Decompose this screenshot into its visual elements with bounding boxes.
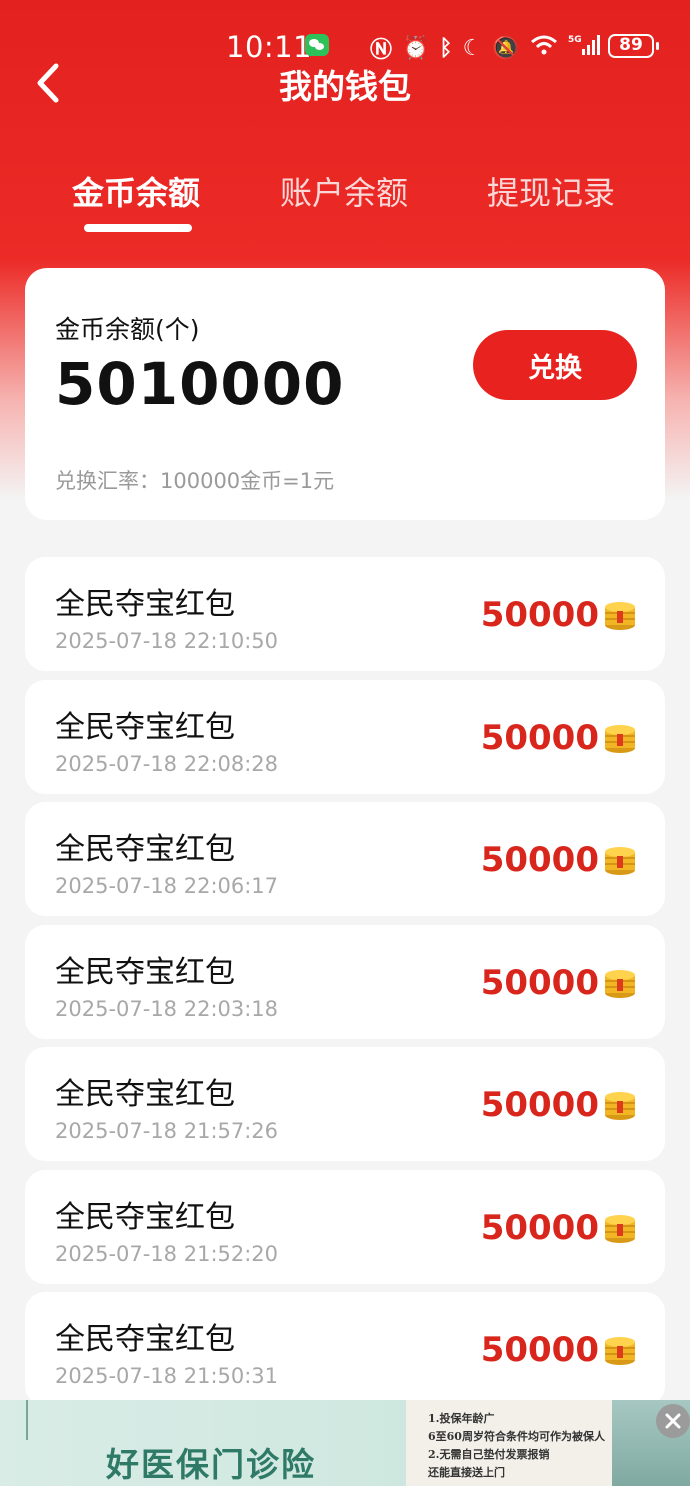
tab-coin-balance[interactable]: 金币余额 [72,168,200,214]
tab-withdraw-records[interactable]: 提现记录 [487,168,615,214]
record-amount: 50000 [480,962,599,1003]
record-time: 2025-07-18 21:52:20 [55,1241,279,1266]
record-time: 2025-07-18 22:03:18 [55,996,279,1021]
list-item[interactable]: 全民夺宝红包 2025-07-18 22:10:50 50000 [25,557,665,671]
record-amount: 50000 [480,1330,599,1370]
ad-line-2: 6至60周岁符合条件均可作为被保人 [428,1430,605,1443]
coin-icon [603,1089,637,1121]
list-item[interactable]: 全民夺宝红包 2025-07-18 22:06:17 50000 [25,802,665,916]
record-title: 全民夺宝红包 [55,709,235,745]
balance-card: 金币余额(个) 5010000 兑换 兑换汇率：100000金币=1元 [25,268,665,520]
coin-icon [603,844,637,876]
record-amount: 50000 [480,717,599,758]
record-amount: 50000 [480,1207,599,1248]
record-time: 2025-07-18 22:10:50 [55,629,279,653]
tab-bar: 金币余额 账户余额 提现记录 [0,168,690,238]
coin-icon [603,722,637,754]
ad-line-1: 1.投保年龄广 [428,1412,495,1425]
record-title: 全民夺宝红包 [55,832,235,867]
record-amount: 50000 [480,840,599,880]
battery-icon: 89 [608,34,659,58]
record-time: 2025-07-18 21:57:26 [55,1119,279,1143]
record-amount: 50000 [480,595,599,635]
bluetooth-icon: ᛒ [439,35,453,61]
wechat-icon [305,34,329,56]
tab-account-balance[interactable]: 账户余额 [280,168,408,214]
page-title: 我的钱包 [279,67,411,106]
record-title: 全民夺宝红包 [55,954,235,990]
coin-icon [603,599,637,631]
ad-divider [26,1400,28,1440]
record-title: 全民夺宝红包 [55,587,235,622]
coin-icon [603,1334,637,1366]
record-amount: 50000 [480,1085,599,1125]
status-time: 10:11 [226,30,313,64]
coin-icon [603,1212,637,1244]
active-tab-indicator [84,224,192,232]
ad-detail-panel: 1.投保年龄广 6至60周岁符合条件均可作为被保人 2.无需自己垫付发票报销 还… [406,1400,612,1486]
wifi-icon [530,34,558,62]
coin-record-list: 全民夺宝红包 2025-07-18 22:10:50 50000 全民夺宝红包 … [25,557,665,1415]
close-icon[interactable] [656,1404,690,1438]
list-item[interactable]: 全民夺宝红包 2025-07-18 21:57:26 50000 [25,1047,665,1161]
record-title: 全民夺宝红包 [55,1199,235,1235]
ad-line-4: 还能直接送上门 [428,1466,505,1479]
record-time: 2025-07-18 22:08:28 [55,751,279,776]
balance-label: 金币余额(个) [55,315,200,344]
record-time: 2025-07-18 21:50:31 [55,1364,279,1388]
list-item[interactable]: 全民夺宝红包 2025-07-18 22:08:28 50000 [25,679,665,794]
record-title: 全民夺宝红包 [55,1077,235,1112]
balance-value: 5010000 [55,350,345,418]
svg-text:5G: 5G [568,35,582,45]
moon-icon: ☾ [462,35,483,61]
list-item[interactable]: 全民夺宝红包 2025-07-18 22:03:18 50000 [25,924,665,1039]
ad-line-3: 2.无需自己垫付发票报销 [428,1448,550,1461]
signal-icon: 5G [568,33,602,63]
exchange-button[interactable]: 兑换 [473,330,637,400]
mute-icon: 🔕 [492,35,520,61]
list-item[interactable]: 全民夺宝红包 2025-07-18 21:52:20 50000 [25,1169,665,1284]
record-title: 全民夺宝红包 [55,1322,235,1357]
ad-title: 好医保门诊险 [106,1445,316,1484]
record-time: 2025-07-18 22:06:17 [55,874,279,898]
alarm-icon: ⏰ [402,35,430,61]
wallet-page: 10:11 Ⓝ ⏰ ᛒ ☾ 🔕 5G 89 我的钱包 金币余额 账户余额 提现记… [0,0,690,1486]
ad-banner[interactable]: 好医保门诊险 1.投保年龄广 6至60周岁符合条件均可作为被保人 2.无需自己垫… [0,1400,690,1486]
exchange-rate: 兑换汇率：100000金币=1元 [55,469,335,493]
coin-icon [603,967,637,999]
list-item[interactable]: 全民夺宝红包 2025-07-18 21:50:31 50000 [25,1292,665,1406]
